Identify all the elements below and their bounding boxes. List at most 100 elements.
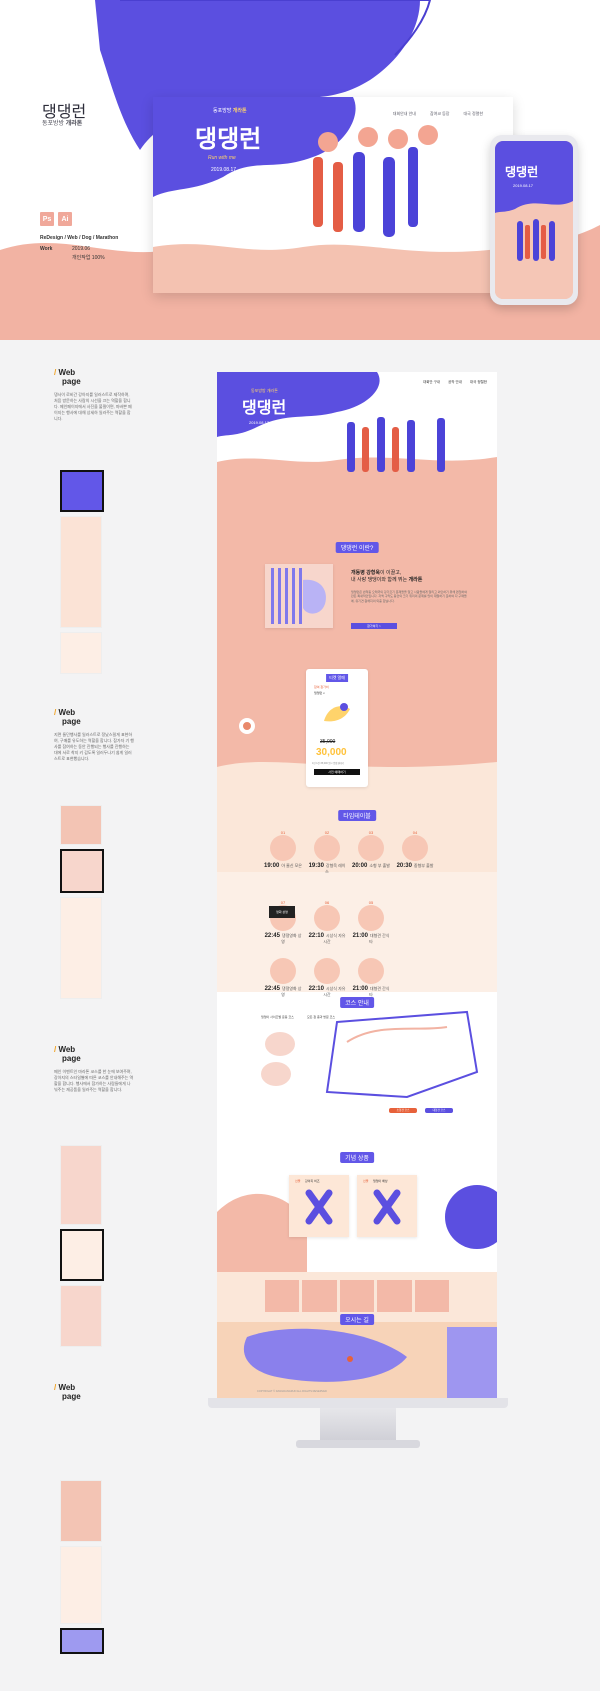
about-body: 댕댕런은 반려동 오래국의 강기르기 문제들을 알고 사람들에게 알리고 외인하… (351, 590, 467, 603)
course-small-button[interactable]: 소형견 코스 (389, 1108, 417, 1113)
schedule-item: 03 20:00 소형 부 출발 (351, 830, 391, 869)
desktop-mockup: 동포방방 개라톤 댕댕런 Run with me 2019.08.17 대회안내… (153, 97, 513, 293)
thumbnail-active[interactable] (60, 1229, 104, 1281)
page-hero-title: 댕댕런 (242, 398, 287, 417)
schedule-text: 중형부 출발 (413, 863, 434, 868)
schedule-number: 07 (280, 900, 286, 905)
nav-item[interactable]: 대국 정렬한 (470, 380, 487, 385)
schedule-item: 02 19:30 강형욱 레이스 (307, 830, 347, 875)
schedule-time: 20:30 (396, 863, 412, 869)
map-pin-icon (347, 1356, 353, 1362)
info-card[interactable] (414, 1280, 450, 1312)
schedule-number: 05 (368, 900, 374, 905)
work-contribution: 개인작업 100% (72, 255, 105, 261)
section-desc-3: 메인 이벤트인 마라톤 코스를 한 눈에 보여주며, 강아지의 스타일별에 따른… (54, 1069, 134, 1092)
phone-mockup: 댕댕런 2019.08.17 (490, 135, 578, 305)
info-cards (265, 1280, 450, 1312)
hero-tagline: Run with me (208, 155, 236, 161)
about-illustration (265, 564, 333, 628)
nav-item[interactable]: 대회안내 안내 (393, 111, 416, 117)
ticket-note: 1인 1견 35,000 원 x 입장권대기 (312, 762, 345, 765)
section-desc-2: 지면 둘던행사를 일러스트로 정났스릴게 표현하여, 구매를 유도하는 역할을 … (54, 732, 134, 761)
goods-bag-icon (373, 1189, 401, 1225)
thumbnail[interactable] (60, 897, 102, 999)
hero-title: 댕댕런 (195, 125, 262, 153)
goods-card-2[interactable]: 선물 댕댕이 배낭 (357, 1175, 417, 1237)
monitor-neck (320, 1408, 396, 1442)
nav-item[interactable]: 참여코 등장 (430, 111, 450, 117)
schedule-item: 04 20:30 중형부 출발 (395, 830, 435, 869)
schedule-time: 20:00 (352, 863, 368, 869)
about-art (271, 568, 326, 624)
webpage-illustration (217, 372, 497, 1398)
schedule-item: 21:00 대형견 간식타 (351, 958, 391, 998)
thumbnail-strip-3 (60, 1145, 104, 1347)
float-ring-icon (239, 718, 255, 734)
ticket-sub: 댕댕런 x (314, 691, 325, 695)
thumbnail[interactable] (60, 516, 102, 628)
info-card[interactable] (302, 1280, 337, 1312)
goods-tag: 선물 (363, 1179, 369, 1183)
goods-card-1[interactable]: 선물 강아지 비즈 (289, 1175, 349, 1237)
course-section-title: 코스 안내 (340, 997, 374, 1008)
course-dog-large (261, 1062, 291, 1086)
schedule-text: 대형견 간식타 (369, 933, 390, 944)
work-label: Work (40, 246, 53, 252)
thumbnail[interactable] (60, 805, 102, 845)
schedule-number: 01 (280, 830, 286, 835)
about-button[interactable]: 참가하기 > (351, 623, 397, 629)
thumbnail-active[interactable] (60, 849, 104, 893)
course-large-button[interactable]: 대형견 코스 (425, 1108, 453, 1113)
hero-banner: 댕댕런 동포방방 개라톤 Ps Ai ReDesign / Web / Dog … (0, 0, 600, 340)
nav-item[interactable]: 대회안 구내 (423, 380, 440, 385)
schedule-section-title: 타임테이블 (338, 810, 376, 821)
ticket-buy-button[interactable]: 사전 예매하기 (314, 769, 360, 775)
schedule-time: 21:00 (352, 986, 368, 992)
schedule-text: 댕댕영화 상영 (281, 933, 302, 944)
section-label-3: / Web page 메인 이벤트인 마라톤 코스를 한 눈에 보여주며, 강아… (54, 1045, 134, 1092)
goods-name: 강아지 비즈 (305, 1179, 320, 1183)
thumbnail[interactable] (60, 1546, 102, 1624)
thumbnail[interactable] (60, 1145, 102, 1225)
schedule-number: 04 (412, 830, 418, 835)
thumbnail[interactable] (60, 632, 102, 674)
schedule-number: 02 (324, 830, 330, 835)
ticket-card: 티켓 얼매 참여 참가비 댕댕런 x 35,000 30,000 1인 1견 3… (306, 669, 368, 787)
schedule-time: 21:00 (352, 933, 368, 939)
nav-item[interactable]: 대국 정렬한 (463, 111, 483, 117)
schedule-number: 03 (368, 830, 374, 835)
section-label-4: / Web page (54, 1383, 81, 1401)
ticket-price-new: 30,000 (316, 747, 347, 758)
monitor-base (296, 1440, 420, 1448)
info-card[interactable] (265, 1280, 300, 1312)
page-hero-date: 2019.08.17 (249, 420, 270, 425)
schedule-time: 22:45 (264, 933, 280, 939)
thumbnail-active[interactable] (60, 1628, 104, 1654)
thumbnail[interactable] (60, 1480, 102, 1542)
schedule-time: 22:10 (308, 986, 324, 992)
phone-screen: 댕댕런 2019.08.17 (495, 141, 573, 299)
phone-title: 댕댕런 (505, 165, 539, 179)
section-label-1: / Web page 댕사이 로비간 강아지를 일러스트로 제작하며, 처음 방… (54, 368, 134, 422)
schedule-item: 01 19:00 아 줄신 모은 (263, 830, 303, 869)
course-note-1: 댕댕이 사이즈별 운동 코스 (261, 1015, 294, 1019)
schedule-text: 대형견 간식타 (369, 986, 390, 997)
info-card[interactable] (339, 1280, 375, 1312)
tool-icons: Ps Ai (40, 212, 72, 226)
thumbnail[interactable] (60, 1285, 102, 1347)
schedule-illustration (358, 835, 384, 861)
section-label-2: / Web page 지면 둘던행사를 일러스트로 정났스릴게 표현하여, 구매… (54, 708, 134, 761)
schedule-illustration (358, 958, 384, 984)
info-card[interactable] (377, 1280, 412, 1312)
schedule-time: 22:10 (308, 933, 324, 939)
course-dog-small (265, 1032, 295, 1056)
schedule-item: 05 21:00 대형견 간식타 (351, 900, 391, 945)
thumbnail-active[interactable] (60, 470, 104, 512)
project-category: ReDesign / Web / Dog / Marathon (40, 235, 119, 241)
schedule-item: 06 22:10 시상식 자유시간 (307, 900, 347, 945)
schedule-text: 시상식 자유시간 (323, 933, 346, 944)
work-date: 2019.06 (72, 246, 91, 252)
thumbnail-strip-2 (60, 805, 104, 999)
nav-item[interactable]: 공작 안내 (448, 380, 462, 385)
schedule-item: 22:45 댕댕영화 상영 (263, 958, 303, 998)
